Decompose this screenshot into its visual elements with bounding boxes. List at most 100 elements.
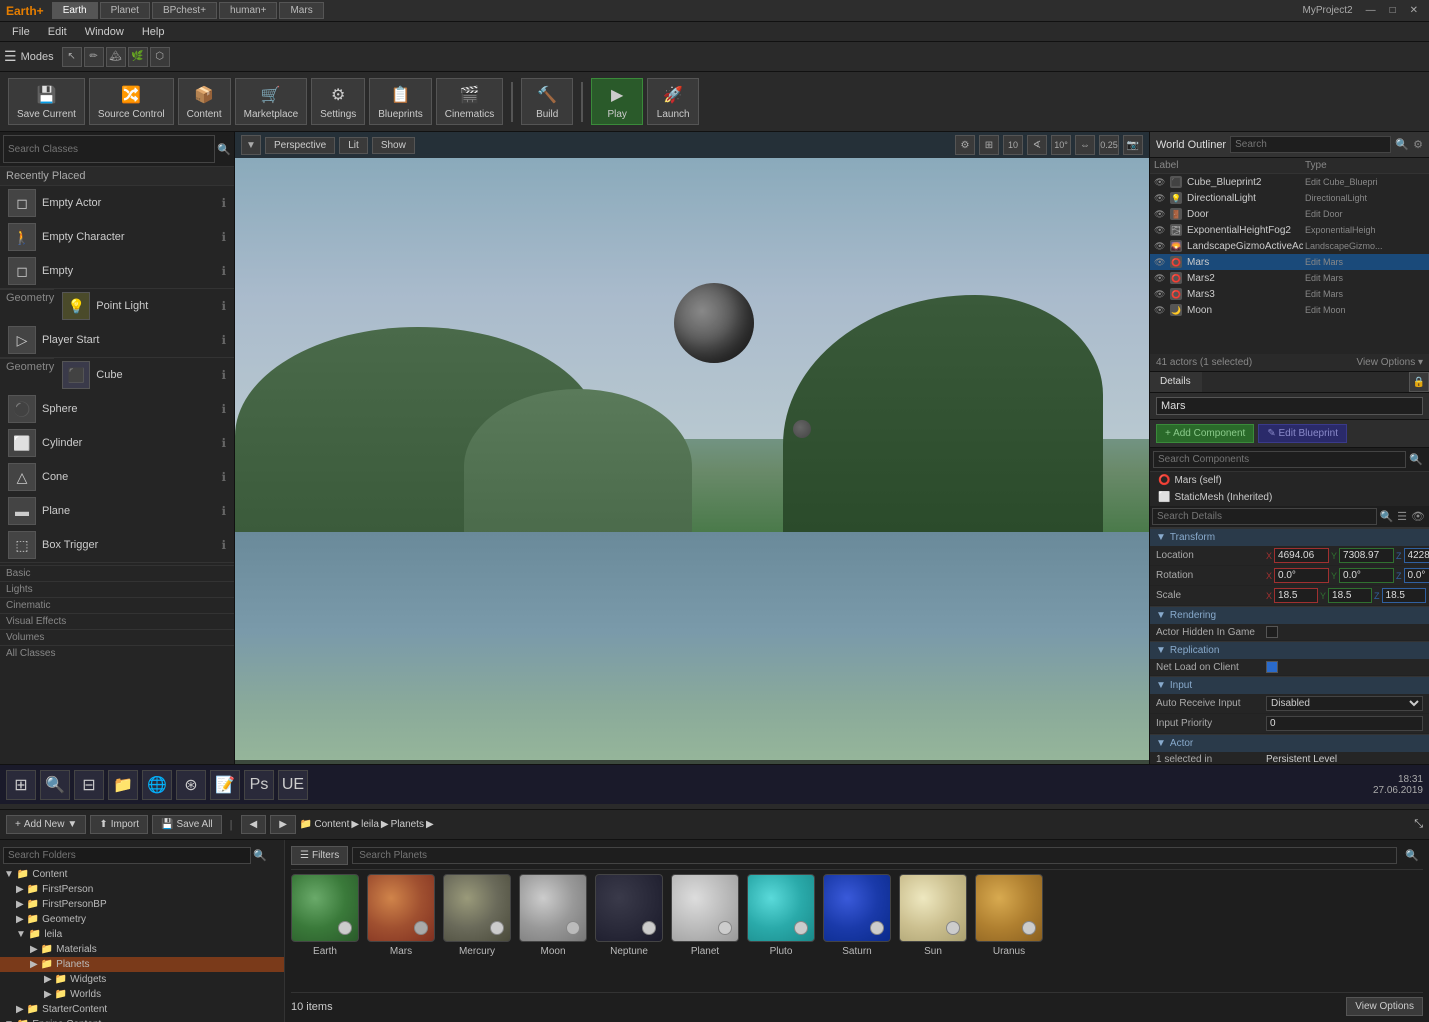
nav-forward-btn[interactable]: ▶ [270,815,296,834]
outliner-item[interactable]: 👁 🚪 Door Edit Door [1150,206,1429,222]
outliner-options-icon[interactable]: ⚙ [1413,138,1423,151]
actor-name-input[interactable] [1156,397,1423,415]
tab-earth[interactable]: Earth [52,2,98,19]
search-details-input[interactable] [1152,508,1377,525]
comp-static-mesh[interactable]: ⬜ StaticMesh (Inherited) [1150,489,1429,506]
marketplace-btn[interactable]: 🛒 Marketplace [235,78,307,125]
folder-widgets[interactable]: ▶ 📁 Widgets [0,972,284,987]
nav-back-btn[interactable]: ◀ [241,815,267,834]
viewport-menu-icon[interactable]: ▼ [241,135,261,155]
viewport-scale-icon[interactable]: ⇔ [1075,135,1095,155]
outliner-item[interactable]: 👁 💡 DirectionalLight DirectionalLight [1150,190,1429,206]
folder-leila[interactable]: ▼ 📁 leila [0,927,284,942]
view-options-btn[interactable]: View Options [1346,997,1423,1016]
placement-empty-actor[interactable]: ◻ Empty Actor ℹ [0,186,234,220]
location-z[interactable] [1404,548,1429,563]
planet-uranus[interactable]: Uranus [975,874,1043,957]
details-lock-icon[interactable]: 🔒 [1409,372,1429,392]
add-component-btn[interactable]: + Add Component [1156,424,1254,443]
menu-help[interactable]: Help [134,24,173,40]
category-lights[interactable]: Lights [0,581,234,597]
show-btn[interactable]: Show [372,137,415,154]
planet-planet[interactable]: Planet [671,874,739,957]
replication-title[interactable]: ▼ Replication [1150,642,1429,659]
import-btn[interactable]: ⬆ Import [90,815,148,834]
search-classes-input[interactable] [3,135,215,163]
tab-details[interactable]: Details [1150,372,1202,392]
cb-expand-icon[interactable]: ⤡ [1414,818,1423,831]
input-title[interactable]: ▼ Input [1150,677,1429,694]
lit-btn[interactable]: Lit [339,137,368,154]
play-btn[interactable]: ▶ Play [591,78,643,125]
placement-empty[interactable]: ◻ Empty ℹ [0,254,234,288]
tab-bpchest[interactable]: BPchest+ [152,2,217,19]
placement-player-start[interactable]: ▷ Player Start ℹ [0,323,234,357]
cinematics-btn[interactable]: 🎬 Cinematics [436,78,503,125]
folder-planets[interactable]: ▶ 📁 Planets [0,957,284,972]
edit-blueprint-btn[interactable]: ✎ Edit Blueprint [1258,424,1347,443]
outliner-item-mars[interactable]: 👁 ⭕ Mars Edit Mars [1150,254,1429,270]
folder-worlds[interactable]: ▶ 📁 Worlds [0,987,284,1002]
rotation-y[interactable] [1339,568,1394,583]
add-new-btn[interactable]: + Add New ▼ [6,815,86,834]
minimize-btn[interactable]: — [1361,4,1381,17]
category-cinematic[interactable]: Cinematic [0,597,234,613]
tab-mars[interactable]: Mars [279,2,323,19]
planet-saturn[interactable]: Saturn [823,874,891,957]
folder-firstpersonbp[interactable]: ▶ 📁 FirstPersonBP [0,897,284,912]
viewport-settings-icon[interactable]: ⚙ [955,135,975,155]
menu-edit[interactable]: Edit [40,24,75,40]
tab-planet[interactable]: Planet [100,2,150,19]
breadcrumb-leila[interactable]: leila [361,819,379,830]
mode-landscape[interactable]: 🏔 [106,47,126,67]
scale-x[interactable] [1274,588,1318,603]
settings-btn[interactable]: ⚙ Settings [311,78,365,125]
viewport-scene[interactable] [235,158,1149,782]
outliner-item[interactable]: 👁 🌙 Moon Edit Moon [1150,302,1429,318]
planet-mercury[interactable]: Mercury [443,874,511,957]
scale-z[interactable] [1382,588,1426,603]
outliner-item[interactable]: 👁 ⬛ Cube_Blueprint2 Edit Cube_Bluepri [1150,174,1429,190]
outliner-item[interactable]: 👁 ⭕ Mars2 Edit Mars [1150,270,1429,286]
taskbar-start[interactable]: ⊞ [6,770,36,800]
save-all-btn[interactable]: 💾 Save All [152,815,222,834]
breadcrumb-content[interactable]: Content [314,819,349,830]
category-geometry-label2[interactable]: Geometry [0,358,54,375]
taskbar-taskview[interactable]: ⊟ [74,770,104,800]
blueprints-btn[interactable]: 📋 Blueprints [369,78,431,125]
placement-cube[interactable]: ⬛ Cube ℹ [54,358,234,392]
mode-mesh[interactable]: ⬡ [150,47,170,67]
outliner-item[interactable]: 👁 🌫 ExponentialHeightFog2 ExponentialHei… [1150,222,1429,238]
viewport-camera-icon[interactable]: 📷 [1123,135,1143,155]
category-geometry-label[interactable]: Geometry [0,289,54,306]
filters-btn[interactable]: ☰ Filters [291,846,348,865]
comp-mars-self[interactable]: ⭕ Mars (self) [1150,472,1429,489]
taskbar-explorer[interactable]: 📁 [108,770,138,800]
location-y[interactable] [1339,548,1394,563]
folder-content[interactable]: ▼ 📁 Content [0,867,284,882]
category-basic[interactable]: Basic [0,565,234,581]
perspective-btn[interactable]: Perspective [265,137,335,154]
planet-earth[interactable]: Earth [291,874,359,957]
transform-title[interactable]: ▼ Transform [1150,529,1429,546]
planet-moon[interactable]: Moon [519,874,587,957]
taskbar-search[interactable]: 🔍 [40,770,70,800]
planet-sun[interactable]: Sun [899,874,967,957]
category-volumes[interactable]: Volumes [0,629,234,645]
outliner-search-input[interactable] [1230,136,1391,153]
viewport-angle[interactable]: 10° [1051,135,1071,155]
mode-foliage[interactable]: 🌿 [128,47,148,67]
details-view-btn[interactable]: ☰ [1395,510,1409,523]
auto-receive-input[interactable]: Disabled [1266,696,1423,711]
mode-paint[interactable]: ✏ [84,47,104,67]
recently-placed-header[interactable]: Recently Placed [0,167,234,186]
folder-engine-content[interactable]: ▼ 📁 Engine Content [0,1017,284,1022]
rendering-title[interactable]: ▼ Rendering [1150,607,1429,624]
close-btn[interactable]: ✕ [1405,4,1423,17]
folder-geometry[interactable]: ▶ 📁 Geometry [0,912,284,927]
menu-window[interactable]: Window [77,24,132,40]
source-control-btn[interactable]: 🔀 Source Control [89,78,174,125]
location-x[interactable] [1274,548,1329,563]
maximize-btn[interactable]: □ [1385,4,1401,17]
net-load-checkbox[interactable] [1266,661,1278,673]
